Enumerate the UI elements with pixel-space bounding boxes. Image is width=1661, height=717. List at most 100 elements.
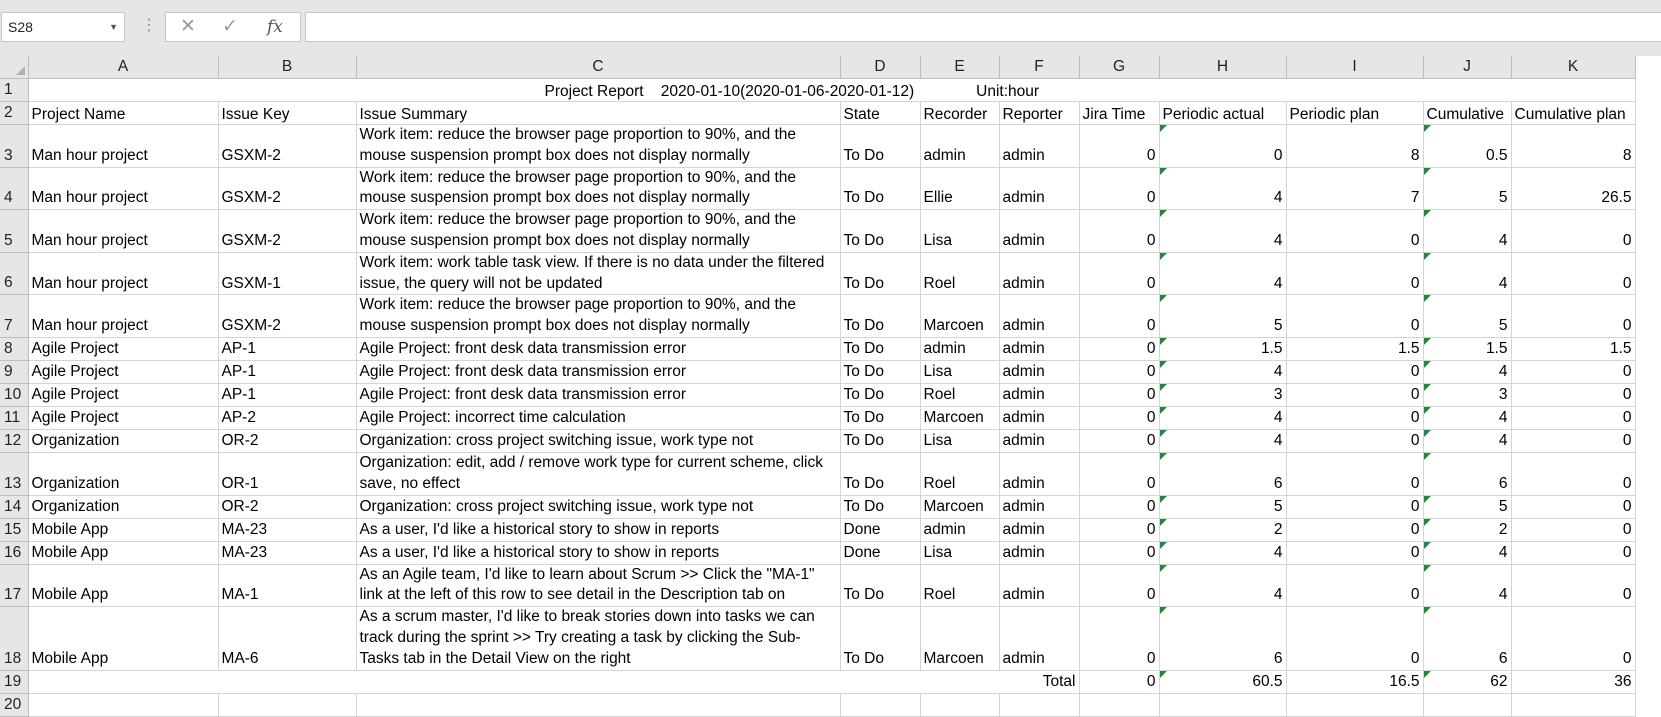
cumulative-plan-cell[interactable]: 0 bbox=[1511, 518, 1636, 542]
cumulative-plan-cell[interactable]: 0 bbox=[1511, 360, 1636, 384]
issue-key-cell[interactable]: GSXM-2 bbox=[218, 167, 357, 211]
reporter-cell[interactable]: admin bbox=[999, 252, 1080, 296]
column-header-c[interactable]: C bbox=[356, 56, 841, 79]
state-cell[interactable]: To Do bbox=[840, 406, 921, 430]
state-cell[interactable]: To Do bbox=[840, 337, 921, 361]
empty-cell[interactable] bbox=[1423, 693, 1512, 717]
jira-time-cell[interactable]: 0 bbox=[1079, 360, 1160, 384]
jira-time-cell[interactable]: 0 bbox=[1079, 495, 1160, 519]
issue-summary-cell[interactable]: As a scrum master, I'd like to break sto… bbox=[356, 606, 841, 671]
row-header[interactable]: 20 bbox=[0, 693, 29, 717]
recorder-cell[interactable]: admin bbox=[920, 518, 1000, 542]
jira-time-cell[interactable]: 0 bbox=[1079, 564, 1160, 608]
cumulative-cell[interactable]: 0.5 bbox=[1423, 124, 1512, 168]
issue-summary-cell[interactable]: Agile Project: front desk data transmiss… bbox=[356, 383, 841, 407]
recorder-cell[interactable]: admin bbox=[920, 337, 1000, 361]
issue-summary-cell[interactable]: Work item: reduce the browser page propo… bbox=[356, 294, 841, 338]
issue-summary-cell[interactable]: Organization: cross project switching is… bbox=[356, 429, 841, 453]
jira-time-cell[interactable]: 0 bbox=[1079, 606, 1160, 671]
total-periodic-actual-cell[interactable]: 60.5 bbox=[1159, 670, 1287, 694]
cumulative-plan-cell[interactable]: 0 bbox=[1511, 406, 1636, 430]
name-box[interactable]: S28 ▼ bbox=[1, 12, 125, 42]
empty-cell[interactable] bbox=[840, 693, 921, 717]
recorder-cell[interactable]: Roel bbox=[920, 452, 1000, 496]
project-name-cell[interactable]: Man hour project bbox=[28, 124, 219, 168]
row-header[interactable]: 7 bbox=[0, 294, 29, 338]
header-cell[interactable]: Periodic plan bbox=[1286, 101, 1424, 125]
state-cell[interactable]: To Do bbox=[840, 252, 921, 296]
issue-key-cell[interactable]: GSXM-2 bbox=[218, 124, 357, 168]
row-header[interactable]: 15 bbox=[0, 518, 29, 542]
jira-time-cell[interactable]: 0 bbox=[1079, 541, 1160, 565]
row-header[interactable]: 12 bbox=[0, 429, 29, 453]
recorder-cell[interactable]: Roel bbox=[920, 564, 1000, 608]
cumulative-cell[interactable]: 5 bbox=[1423, 167, 1512, 211]
state-cell[interactable]: To Do bbox=[840, 294, 921, 338]
state-cell[interactable]: To Do bbox=[840, 124, 921, 168]
column-header-g[interactable]: G bbox=[1079, 56, 1160, 79]
periodic-actual-cell[interactable]: 2 bbox=[1159, 518, 1287, 542]
periodic-plan-cell[interactable]: 0 bbox=[1286, 564, 1424, 608]
project-name-cell[interactable]: Agile Project bbox=[28, 360, 219, 384]
cumulative-plan-cell[interactable]: 0 bbox=[1511, 606, 1636, 671]
jira-time-cell[interactable]: 0 bbox=[1079, 383, 1160, 407]
recorder-cell[interactable]: Lisa bbox=[920, 209, 1000, 253]
reporter-cell[interactable]: admin bbox=[999, 209, 1080, 253]
jira-time-cell[interactable]: 0 bbox=[1079, 167, 1160, 211]
project-name-cell[interactable]: Man hour project bbox=[28, 209, 219, 253]
cumulative-cell[interactable]: 3 bbox=[1423, 383, 1512, 407]
issue-key-cell[interactable]: AP-1 bbox=[218, 337, 357, 361]
cumulative-plan-cell[interactable]: 0 bbox=[1511, 383, 1636, 407]
jira-time-cell[interactable]: 0 bbox=[1079, 518, 1160, 542]
state-cell[interactable]: To Do bbox=[840, 209, 921, 253]
recorder-cell[interactable]: Roel bbox=[920, 383, 1000, 407]
issue-key-cell[interactable]: AP-1 bbox=[218, 383, 357, 407]
state-cell[interactable]: To Do bbox=[840, 360, 921, 384]
project-name-cell[interactable]: Organization bbox=[28, 452, 219, 496]
state-cell[interactable]: To Do bbox=[840, 452, 921, 496]
periodic-actual-cell[interactable]: 0 bbox=[1159, 124, 1287, 168]
state-cell[interactable]: To Do bbox=[840, 167, 921, 211]
reporter-cell[interactable]: admin bbox=[999, 564, 1080, 608]
row-header[interactable]: 5 bbox=[0, 209, 29, 253]
recorder-cell[interactable]: Lisa bbox=[920, 429, 1000, 453]
issue-key-cell[interactable]: GSXM-1 bbox=[218, 252, 357, 296]
cumulative-plan-cell[interactable]: 0 bbox=[1511, 209, 1636, 253]
column-header-a[interactable]: A bbox=[28, 56, 219, 79]
issue-key-cell[interactable]: MA-6 bbox=[218, 606, 357, 671]
column-header-b[interactable]: B bbox=[218, 56, 357, 79]
recorder-cell[interactable]: admin bbox=[920, 124, 1000, 168]
cumulative-plan-cell[interactable]: 8 bbox=[1511, 124, 1636, 168]
periodic-plan-cell[interactable]: 0 bbox=[1286, 406, 1424, 430]
column-header-j[interactable]: J bbox=[1423, 56, 1512, 79]
periodic-plan-cell[interactable]: 0 bbox=[1286, 429, 1424, 453]
jira-time-cell[interactable]: 0 bbox=[1079, 294, 1160, 338]
reporter-cell[interactable]: admin bbox=[999, 495, 1080, 519]
cumulative-plan-cell[interactable]: 1.5 bbox=[1511, 337, 1636, 361]
issue-key-cell[interactable]: OR-1 bbox=[218, 452, 357, 496]
state-cell[interactable]: To Do bbox=[840, 429, 921, 453]
empty-cell[interactable] bbox=[218, 693, 357, 717]
reporter-cell[interactable]: admin bbox=[999, 337, 1080, 361]
reporter-cell[interactable]: admin bbox=[999, 406, 1080, 430]
project-name-cell[interactable]: Man hour project bbox=[28, 294, 219, 338]
recorder-cell[interactable]: Lisa bbox=[920, 360, 1000, 384]
issue-summary-cell[interactable]: Agile Project: front desk data transmiss… bbox=[356, 360, 841, 384]
cumulative-plan-cell[interactable]: 0 bbox=[1511, 294, 1636, 338]
empty-cell[interactable] bbox=[28, 693, 219, 717]
header-cell[interactable]: Issue Summary bbox=[356, 101, 841, 125]
issue-key-cell[interactable]: AP-1 bbox=[218, 360, 357, 384]
periodic-actual-cell[interactable]: 4 bbox=[1159, 252, 1287, 296]
periodic-actual-cell[interactable]: 1.5 bbox=[1159, 337, 1287, 361]
cumulative-cell[interactable]: 4 bbox=[1423, 541, 1512, 565]
reporter-cell[interactable]: admin bbox=[999, 452, 1080, 496]
state-cell[interactable]: To Do bbox=[840, 383, 921, 407]
periodic-actual-cell[interactable]: 4 bbox=[1159, 360, 1287, 384]
issue-summary-cell[interactable]: As a user, I'd like a historical story t… bbox=[356, 541, 841, 565]
periodic-plan-cell[interactable]: 0 bbox=[1286, 606, 1424, 671]
cumulative-plan-cell[interactable]: 26.5 bbox=[1511, 167, 1636, 211]
more-options-icon[interactable]: ⋮ bbox=[141, 16, 157, 36]
issue-key-cell[interactable]: MA-23 bbox=[218, 518, 357, 542]
issue-key-cell[interactable]: AP-2 bbox=[218, 406, 357, 430]
empty-cell[interactable] bbox=[1511, 693, 1636, 717]
